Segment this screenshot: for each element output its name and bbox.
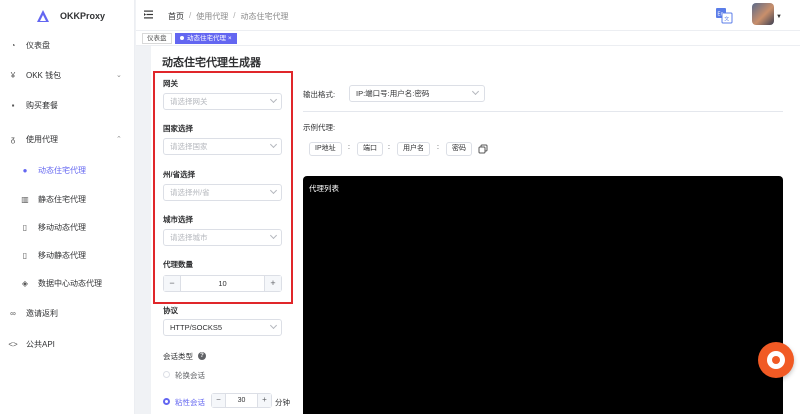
sidebar-item-dynamic-residential[interactable]: ● 动态住宅代理 bbox=[0, 157, 135, 183]
session-type-label: 会话类型 bbox=[163, 352, 193, 361]
minutes-decrement-button[interactable]: − bbox=[212, 394, 226, 407]
chip-port: 端口 bbox=[357, 142, 383, 156]
chat-icon bbox=[767, 351, 785, 369]
top-bar: 首页 / 使用代理 / 动态住宅代理 En 文 ▼ bbox=[136, 0, 800, 31]
page-title: 动态住宅代理生成器 bbox=[162, 57, 261, 69]
yen-icon: ¥ bbox=[10, 70, 16, 80]
rotate-session-radio[interactable] bbox=[163, 371, 170, 378]
menu-toggle-icon[interactable] bbox=[144, 10, 153, 19]
breadcrumb-current: 动态住宅代理 bbox=[240, 12, 289, 21]
sidebar-item-static-residential[interactable]: ▥ 静态住宅代理 bbox=[0, 186, 135, 212]
active-dot-icon bbox=[180, 36, 184, 41]
sidebar: OKKProxy ◔ 仪表盘 ¥ OKK 钱包 ⌄ ▪ 购买套餐 ᵹ 使用代理 … bbox=[0, 0, 135, 414]
code-icon: <> bbox=[8, 339, 18, 349]
copy-icon[interactable] bbox=[478, 144, 488, 154]
divider bbox=[303, 111, 783, 112]
brand[interactable]: OKKProxy bbox=[0, 0, 134, 32]
sidebar-item-use-proxy[interactable]: ᵹ 使用代理 ⌃ bbox=[0, 126, 135, 152]
sidebar-item-buy[interactable]: ▪ 购买套餐 bbox=[0, 92, 135, 118]
proxy-list-title: 代理列表 bbox=[309, 184, 339, 193]
proxy-list-panel[interactable]: 代理列表 bbox=[303, 176, 783, 414]
minutes-increment-button[interactable]: + bbox=[257, 394, 271, 407]
chip-username: 用户名 bbox=[397, 142, 430, 156]
sidebar-item-label: OKK 钱包 bbox=[26, 70, 62, 80]
output-format-label: 输出格式: bbox=[303, 90, 336, 99]
sidebar-item-referral[interactable]: ∞ 邀请返利 bbox=[0, 300, 135, 326]
sidebar-item-datacenter-dynamic[interactable]: ◈ 数据中心动态代理 bbox=[0, 270, 135, 296]
colon: : bbox=[388, 144, 390, 151]
protocol-label: 协议 bbox=[163, 306, 178, 315]
avatar[interactable] bbox=[752, 3, 774, 25]
example-proxy-label: 示例代理: bbox=[303, 123, 336, 132]
sidebar-item-public-api[interactable]: <> 公共API bbox=[0, 331, 135, 357]
svg-text:文: 文 bbox=[724, 16, 729, 23]
sidebar-item-label: 数据中心动态代理 bbox=[38, 278, 102, 288]
colon: : bbox=[348, 144, 350, 151]
chevron-down-icon bbox=[269, 321, 278, 330]
globe-icon: ● bbox=[22, 165, 28, 175]
sidebar-item-dashboard[interactable]: ◔ 仪表盘 bbox=[0, 32, 135, 58]
building-icon: ▥ bbox=[21, 194, 29, 204]
sidebar-item-label: 邀请返利 bbox=[26, 308, 58, 318]
language-switch-icon[interactable]: En 文 bbox=[715, 6, 734, 25]
svg-text:En: En bbox=[717, 12, 723, 18]
sidebar-item-mobile-dynamic[interactable]: ▯ 移动动态代理 bbox=[0, 214, 135, 240]
sidebar-item-label: 静态住宅代理 bbox=[38, 194, 86, 204]
mobile-icon: ▯ bbox=[22, 250, 28, 260]
sidebar-item-wallet[interactable]: ¥ OKK 钱包 ⌄ bbox=[0, 62, 135, 88]
colon: : bbox=[437, 144, 439, 151]
breadcrumb: 首页 / 使用代理 / 动态住宅代理 bbox=[168, 11, 288, 22]
sidebar-item-label: 公共API bbox=[26, 339, 55, 349]
minutes-value[interactable]: 30 bbox=[226, 394, 257, 407]
chip-password: 密码 bbox=[446, 142, 472, 156]
sidebar-item-label: 购买套餐 bbox=[26, 100, 58, 110]
sidebar-item-label: 动态住宅代理 bbox=[38, 165, 86, 175]
minutes-unit: 分钟 bbox=[275, 398, 290, 407]
sidebar-item-label: 移动动态代理 bbox=[38, 222, 86, 232]
breadcrumb-separator: / bbox=[233, 11, 236, 20]
sticky-session-radio[interactable] bbox=[163, 398, 170, 405]
link-icon: ∞ bbox=[10, 308, 16, 318]
highlight-box bbox=[153, 71, 293, 304]
tags-bar: 仪表盘 动态住宅代理 × bbox=[136, 31, 800, 46]
help-icon[interactable]: ? bbox=[198, 352, 206, 360]
close-icon[interactable]: × bbox=[228, 35, 232, 42]
dashboard-icon: ◔ bbox=[10, 40, 16, 50]
tag-dashboard[interactable]: 仪表盘 bbox=[142, 33, 172, 44]
caret-down-icon[interactable]: ▼ bbox=[776, 14, 782, 20]
rotate-session-label[interactable]: 轮换会话 bbox=[175, 370, 205, 381]
chevron-up-icon: ⌃ bbox=[116, 136, 122, 143]
tag-label: 动态住宅代理 bbox=[187, 35, 226, 42]
sidebar-item-label: 移动静态代理 bbox=[38, 250, 86, 260]
protocol-value: HTTP/SOCKS5 bbox=[170, 323, 223, 332]
cart-icon: ▪ bbox=[11, 100, 15, 110]
tag-dynamic-residential[interactable]: 动态住宅代理 × bbox=[175, 33, 237, 44]
proxy-icon: ᵹ bbox=[10, 134, 16, 144]
tag-label: 仪表盘 bbox=[147, 35, 167, 42]
datacenter-icon: ◈ bbox=[21, 278, 29, 288]
breadcrumb-use-proxy[interactable]: 使用代理 bbox=[196, 11, 228, 22]
breadcrumb-home[interactable]: 首页 bbox=[168, 11, 184, 22]
sidebar-item-label: 仪表盘 bbox=[26, 40, 50, 50]
brand-name: OKKProxy bbox=[60, 11, 106, 21]
logo-icon bbox=[37, 10, 49, 22]
output-format-value: IP:端口号:用户名:密码 bbox=[356, 89, 430, 98]
protocol-select[interactable]: HTTP/SOCKS5 bbox=[163, 319, 282, 336]
support-chat-button[interactable] bbox=[758, 342, 794, 378]
chevron-down-icon: ⌄ bbox=[116, 72, 122, 79]
breadcrumb-separator: / bbox=[189, 11, 192, 20]
sidebar-item-label: 使用代理 bbox=[26, 134, 58, 144]
sticky-session-label[interactable]: 粘性会话 bbox=[175, 397, 205, 408]
mobile-icon: ▯ bbox=[22, 222, 28, 232]
chevron-down-icon bbox=[471, 87, 480, 96]
sidebar-item-mobile-static[interactable]: ▯ 移动静态代理 bbox=[0, 242, 135, 268]
chip-ip: IP地址 bbox=[309, 142, 342, 156]
session-minutes-stepper: − 30 + bbox=[211, 393, 272, 408]
output-format-select[interactable]: IP:端口号:用户名:密码 bbox=[349, 85, 485, 102]
